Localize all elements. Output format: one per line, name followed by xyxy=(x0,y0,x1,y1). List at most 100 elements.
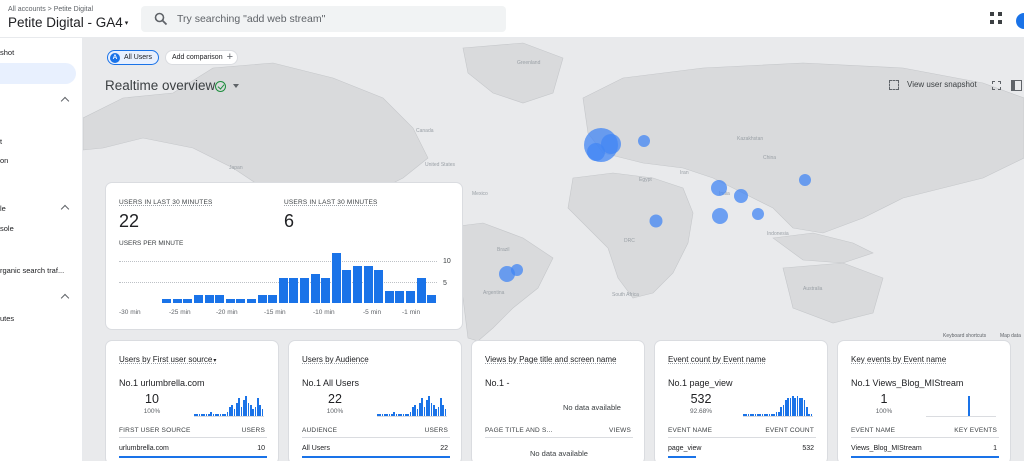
chart-bar[interactable] xyxy=(352,265,363,303)
top-item-percent: 100% xyxy=(875,408,893,415)
chart-bar[interactable] xyxy=(363,265,373,303)
top-item-value: 10 xyxy=(145,392,159,406)
chart-bar[interactable] xyxy=(204,294,214,303)
chart-bar[interactable] xyxy=(236,298,246,303)
sidebar-item-collection[interactable]: le xyxy=(0,204,6,213)
view-user-snapshot-button[interactable]: View user snapshot xyxy=(907,80,977,89)
add-comparison-button[interactable]: Add comparison + xyxy=(165,50,238,65)
chevron-up-icon[interactable] xyxy=(60,96,70,106)
chart-bar[interactable] xyxy=(395,290,405,303)
avatar[interactable] xyxy=(1016,13,1024,29)
sparkline-bar xyxy=(409,411,412,416)
breadcrumb[interactable]: All accounts > Petite Digital xyxy=(8,6,93,13)
map-label-united-states: United States xyxy=(425,162,456,168)
chart-bar[interactable] xyxy=(162,298,172,303)
users-30min-label-b[interactable]: USERS IN LAST 30 MINUTES xyxy=(284,199,378,206)
chart-bar[interactable] xyxy=(215,294,225,303)
chart-bar[interactable] xyxy=(225,298,235,303)
chart-bar[interactable] xyxy=(278,278,288,303)
card-title[interactable]: Event count by Event name xyxy=(668,355,766,364)
map-label-indonesia: Indonesia xyxy=(767,231,789,237)
map-bubble-india-south[interactable] xyxy=(712,208,728,224)
sparkline-bar xyxy=(381,413,384,416)
chart-bar[interactable] xyxy=(172,298,182,303)
map-bubble-middle-east[interactable] xyxy=(711,180,727,196)
chart-bar[interactable] xyxy=(384,290,394,303)
card-title[interactable]: Users by First user source▾ xyxy=(119,355,216,364)
apps-grid-icon[interactable] xyxy=(990,12,1002,24)
map-label-australia: Australia xyxy=(803,286,823,292)
top-item-value: 532 xyxy=(690,392,712,406)
top-item-percent: 100% xyxy=(143,408,161,415)
chart-bar[interactable] xyxy=(321,278,331,303)
table-row-name[interactable]: page_view xyxy=(668,445,701,452)
map-bubble-east-europe[interactable] xyxy=(638,135,650,147)
divider xyxy=(485,437,633,438)
map-bubble-europe-3[interactable] xyxy=(587,143,605,161)
table-row-name[interactable]: All Users xyxy=(302,445,330,452)
sidebar-item-snapshot[interactable]: shot xyxy=(0,48,14,57)
sparkline-bar xyxy=(416,409,419,416)
map-bubble-brazil-2[interactable] xyxy=(511,264,523,276)
sidebar-item-organic-search[interactable]: rganic search traf... xyxy=(0,266,64,275)
table-row-name[interactable]: Views_Blog_MIStream xyxy=(851,445,922,452)
card-title[interactable]: Views by Page title and screen name xyxy=(485,355,616,364)
map-bubble-india[interactable] xyxy=(734,189,748,203)
card-title[interactable]: Users by Audience xyxy=(302,355,369,364)
divider xyxy=(302,437,450,438)
sidebar-item-realtime-selected[interactable] xyxy=(0,63,76,84)
caret-down-icon[interactable] xyxy=(233,84,239,88)
keyboard-shortcuts-link[interactable]: Keyboard shortcuts xyxy=(943,333,986,339)
sparkline-bar xyxy=(395,413,398,416)
x-tick-label: -20 min xyxy=(216,309,238,316)
users-30min-label[interactable]: USERS IN LAST 30 MINUTES xyxy=(119,199,213,206)
map-label-kazakhstan: Kazakhstan xyxy=(737,136,763,142)
chart-bar[interactable] xyxy=(289,278,299,303)
chevron-up-icon[interactable] xyxy=(60,204,70,214)
compare-panel-icon[interactable] xyxy=(1011,80,1022,91)
search-input[interactable]: Try searching "add web stream" xyxy=(141,6,506,32)
map-bubble-east-africa[interactable] xyxy=(649,214,663,228)
property-selector[interactable]: Petite Digital - GA4 ▾ xyxy=(8,15,128,30)
chart-bar[interactable] xyxy=(342,269,352,303)
column-header: EVENT NAME xyxy=(851,427,896,434)
chart-bar[interactable] xyxy=(310,273,320,303)
chart-bar[interactable] xyxy=(183,298,193,303)
table-row-value: 10 xyxy=(257,445,265,452)
chart-bar[interactable] xyxy=(193,294,204,303)
sparkline-bar xyxy=(388,413,391,416)
sidebar-item-attributes[interactable]: utes xyxy=(0,314,14,323)
chart-bar[interactable] xyxy=(405,290,416,303)
chart-bar[interactable] xyxy=(374,269,384,303)
sidebar-item-console[interactable]: sole xyxy=(0,224,14,233)
sparkline-bar xyxy=(212,413,215,416)
top-item: No.1 All Users xyxy=(302,378,360,388)
chart-bar[interactable] xyxy=(246,298,257,303)
chart-bar[interactable] xyxy=(257,294,267,303)
table-row-name[interactable]: urlumbrella.com xyxy=(119,445,169,452)
card-title[interactable]: Key events by Event name xyxy=(851,355,946,364)
sparkline-bar xyxy=(437,407,440,416)
sparkline-bar xyxy=(754,413,757,416)
sparkline-bar xyxy=(782,404,785,416)
greenland xyxy=(462,42,564,104)
sidebar-item-acquisition[interactable]: on xyxy=(0,156,8,165)
chart-bar[interactable] xyxy=(427,294,437,303)
map-bubble-southeast-asia[interactable] xyxy=(752,208,764,220)
all-users-chip[interactable]: A All Users xyxy=(107,50,159,65)
chevron-up-icon[interactable] xyxy=(60,293,70,303)
audience-letter-icon: A xyxy=(110,52,120,63)
chart-bar[interactable] xyxy=(331,253,341,303)
chart-bar[interactable] xyxy=(416,278,426,303)
column-header: VIEWS xyxy=(609,427,631,434)
x-tick-label: -25 min xyxy=(169,309,191,316)
fullscreen-icon[interactable] xyxy=(992,81,1001,90)
column-header: AUDIENCE xyxy=(302,427,338,434)
chart-bar[interactable] xyxy=(299,278,310,303)
chart-bar[interactable] xyxy=(268,294,278,303)
caret-down-icon: ▾ xyxy=(213,358,217,364)
search-icon xyxy=(154,12,168,26)
users-per-minute-chart[interactable] xyxy=(119,253,437,303)
sidebar-item-report[interactable]: t xyxy=(0,137,2,146)
map-bubble-china[interactable] xyxy=(799,174,811,186)
